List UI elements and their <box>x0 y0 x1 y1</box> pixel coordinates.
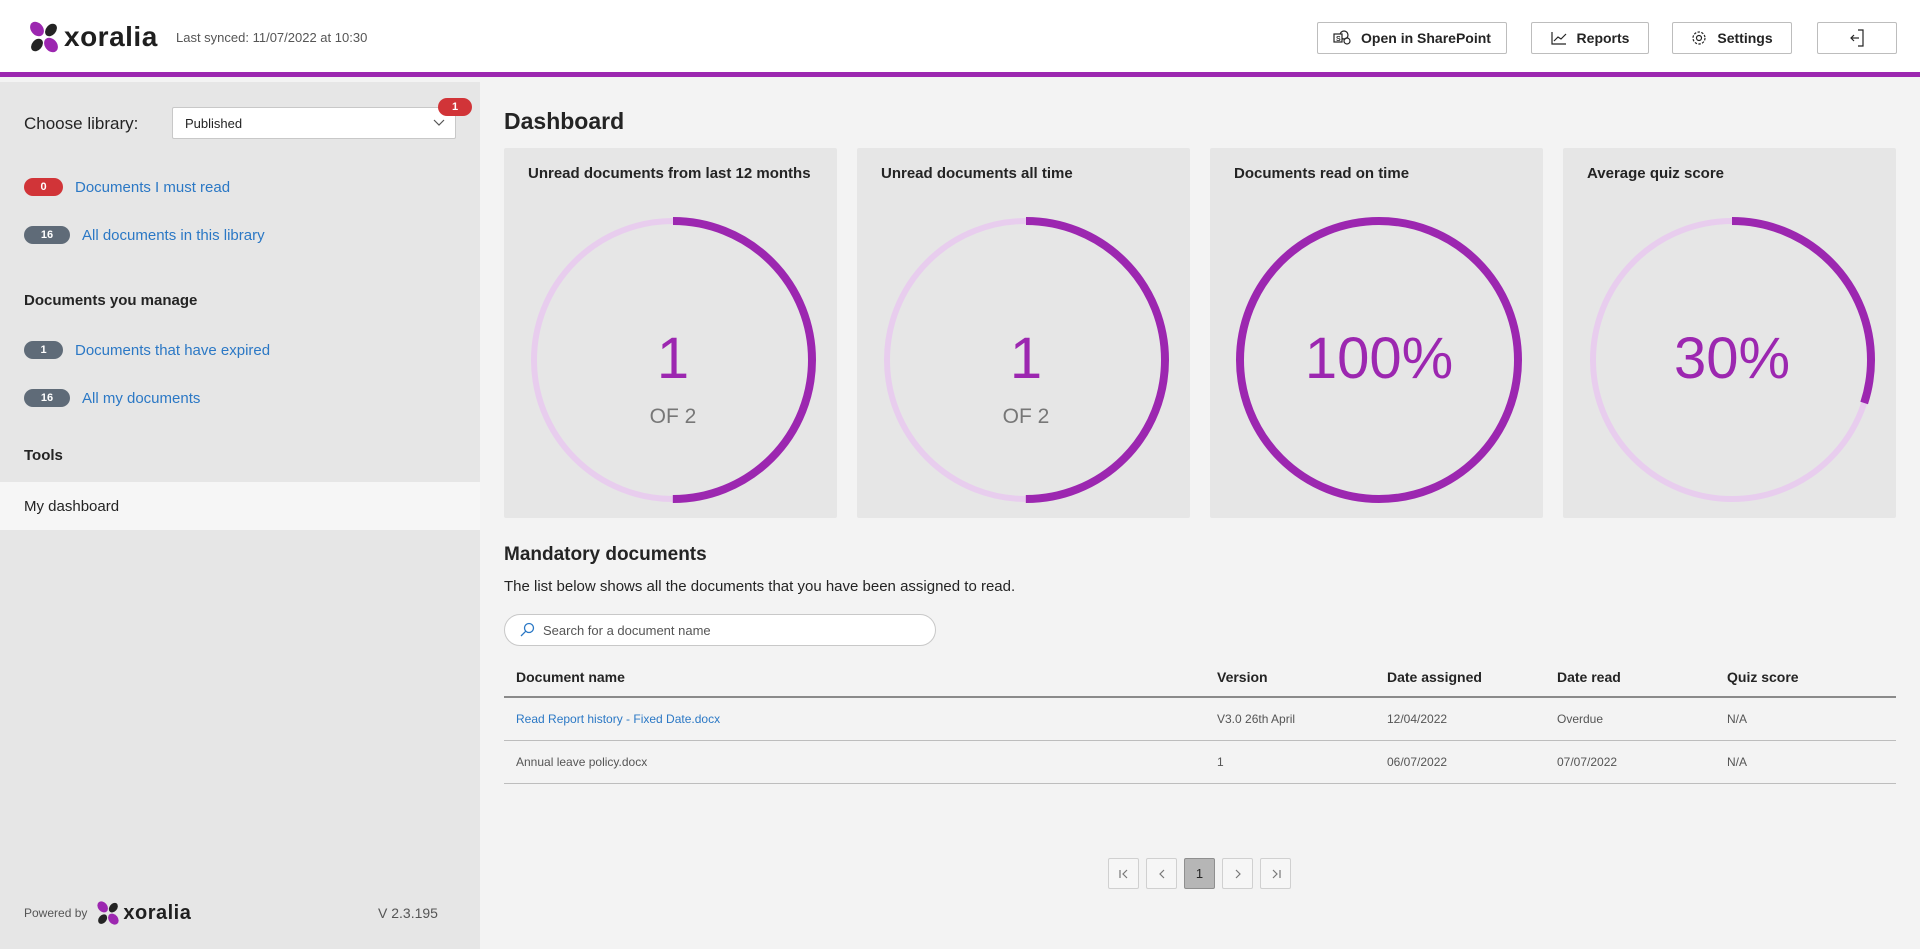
all-library-link[interactable]: All documents in this library <box>82 227 265 244</box>
table-row[interactable]: Read Report history - Fixed Date.docx V3… <box>504 698 1896 741</box>
all-my-docs-link[interactable]: All my documents <box>82 390 200 407</box>
stat-card-unread-all-time: Unread documents all time 1 OF 2 <box>857 148 1190 518</box>
all-library-count-badge: 16 <box>24 226 70 244</box>
stat-card-unread-12-months: Unread documents from last 12 months 1 OF… <box>504 148 837 518</box>
library-select[interactable]: Published <box>172 107 456 139</box>
progress-ring-value: 100% <box>1305 326 1453 391</box>
progress-ring: 100% <box>1236 217 1522 503</box>
sidebar-item-my-dashboard[interactable]: My dashboard <box>0 482 480 530</box>
progress-ring-value: 1 <box>1010 326 1042 391</box>
chevron-left-icon <box>1158 869 1164 878</box>
page-title: Dashboard <box>504 108 625 134</box>
row-quiz-score: N/A <box>1727 712 1748 726</box>
table-header-row: Document name Version Date assigned Date… <box>504 658 1896 698</box>
previous-page-button[interactable] <box>1146 858 1177 889</box>
stat-card-average-quiz: Average quiz score 30% <box>1563 148 1896 518</box>
must-read-link[interactable]: Documents I must read <box>75 179 230 196</box>
pagination: 1 <box>1108 858 1298 889</box>
column-header-document-name[interactable]: Document name <box>504 669 1217 685</box>
progress-ring-value: 30% <box>1674 326 1790 391</box>
next-page-button[interactable] <box>1222 858 1253 889</box>
progress-ring-value: 1 <box>657 326 689 391</box>
row-quiz-score: N/A <box>1727 755 1748 769</box>
svg-text:S: S <box>1336 36 1341 43</box>
xoralia-logo-icon <box>97 901 120 925</box>
row-date-assigned: 06/07/2022 <box>1387 755 1448 769</box>
row-date-read: 07/07/2022 <box>1557 755 1618 769</box>
row-version: 1 <box>1217 755 1224 769</box>
open-in-sharepoint-button[interactable]: S Open in SharePoint <box>1317 22 1507 54</box>
stat-card-title: Average quiz score <box>1587 165 1724 182</box>
stat-card-title: Unread documents all time <box>881 165 1073 182</box>
chevron-right-icon <box>1235 869 1241 878</box>
mandatory-documents-table: Document name Version Date assigned Date… <box>504 658 1896 784</box>
table-row[interactable]: Annual leave policy.docx 1 06/07/2022 07… <box>504 741 1896 784</box>
sidebar-item-all-library-docs[interactable]: 16 All documents in this library <box>24 226 265 244</box>
sharepoint-icon: S <box>1333 30 1351 45</box>
page-button-current[interactable]: 1 <box>1184 858 1215 889</box>
column-header-quiz-score[interactable]: Quiz score <box>1727 669 1896 685</box>
brand-name: xoralia <box>64 21 158 52</box>
xoralia-logo-icon <box>30 21 58 53</box>
row-date-assigned: 12/04/2022 <box>1387 712 1448 726</box>
search-icon <box>520 622 535 637</box>
library-select-value: Published <box>185 116 243 131</box>
reports-label: Reports <box>1576 30 1630 46</box>
all-my-docs-count-badge: 16 <box>24 389 70 407</box>
document-name: Annual leave policy.docx <box>516 755 648 769</box>
last-page-icon <box>1272 869 1281 878</box>
column-header-date-assigned[interactable]: Date assigned <box>1387 669 1557 685</box>
progress-ring-subtext: OF 2 <box>1003 405 1050 428</box>
powered-by-label: Powered by <box>24 906 88 920</box>
first-page-button[interactable] <box>1108 858 1139 889</box>
chart-icon <box>1550 32 1566 45</box>
powered-by-brand: xoralia <box>123 901 192 924</box>
last-page-button[interactable] <box>1260 858 1291 889</box>
choose-library-label: Choose library: <box>24 114 139 133</box>
app-header: xoralia Last synced: 11/07/2022 at 10:30… <box>0 0 1920 77</box>
settings-button[interactable]: Settings <box>1672 22 1792 54</box>
expired-link[interactable]: Documents that have expired <box>75 342 270 359</box>
chevron-down-icon <box>433 119 445 126</box>
progress-ring: 30% <box>1589 217 1875 503</box>
stat-card-title: Unread documents from last 12 months <box>528 165 811 182</box>
settings-label: Settings <box>1717 30 1773 46</box>
progress-ring-subtext: OF 2 <box>650 405 697 428</box>
library-notification-badge: 1 <box>438 98 472 116</box>
expired-count-badge: 1 <box>24 341 63 359</box>
tools-heading: Tools <box>24 447 63 464</box>
sign-out-button[interactable] <box>1817 22 1897 54</box>
sidebar-item-expired[interactable]: 1 Documents that have expired <box>24 341 270 359</box>
brand-logo[interactable]: xoralia <box>28 20 158 54</box>
sidebar: Choose library: Published 1 0 Documents … <box>0 82 480 949</box>
reports-button[interactable]: Reports <box>1531 22 1649 54</box>
first-page-icon <box>1118 869 1127 878</box>
mandatory-documents-heading: Mandatory documents <box>504 544 707 565</box>
document-link[interactable]: Read Report history - Fixed Date.docx <box>516 712 720 726</box>
powered-by: Powered by xoralia <box>24 900 191 926</box>
sign-out-icon <box>1850 29 1864 47</box>
column-header-date-read[interactable]: Date read <box>1557 669 1727 685</box>
row-version: V3.0 26th April <box>1217 712 1296 726</box>
mandatory-documents-description: The list below shows all the documents t… <box>504 578 1016 595</box>
open-in-sharepoint-label: Open in SharePoint <box>1361 30 1491 46</box>
app-version: V 2.3.195 <box>378 905 438 921</box>
gear-icon <box>1692 31 1706 45</box>
stat-card-read-on-time: Documents read on time 100% <box>1210 148 1543 518</box>
stat-card-title: Documents read on time <box>1234 165 1410 182</box>
sidebar-item-must-read[interactable]: 0 Documents I must read <box>24 178 230 196</box>
documents-you-manage-heading: Documents you manage <box>24 292 198 309</box>
last-synced-text: Last synced: 11/07/2022 at 10:30 <box>176 30 368 45</box>
row-date-read: Overdue <box>1557 712 1604 726</box>
must-read-count-badge: 0 <box>24 178 63 196</box>
progress-ring: 1 OF 2 <box>530 217 816 503</box>
sidebar-item-all-my-docs[interactable]: 16 All my documents <box>24 389 200 407</box>
progress-ring: 1 OF 2 <box>883 217 1169 503</box>
document-search[interactable] <box>504 614 936 646</box>
search-input[interactable] <box>543 622 923 638</box>
column-header-version[interactable]: Version <box>1217 669 1387 685</box>
